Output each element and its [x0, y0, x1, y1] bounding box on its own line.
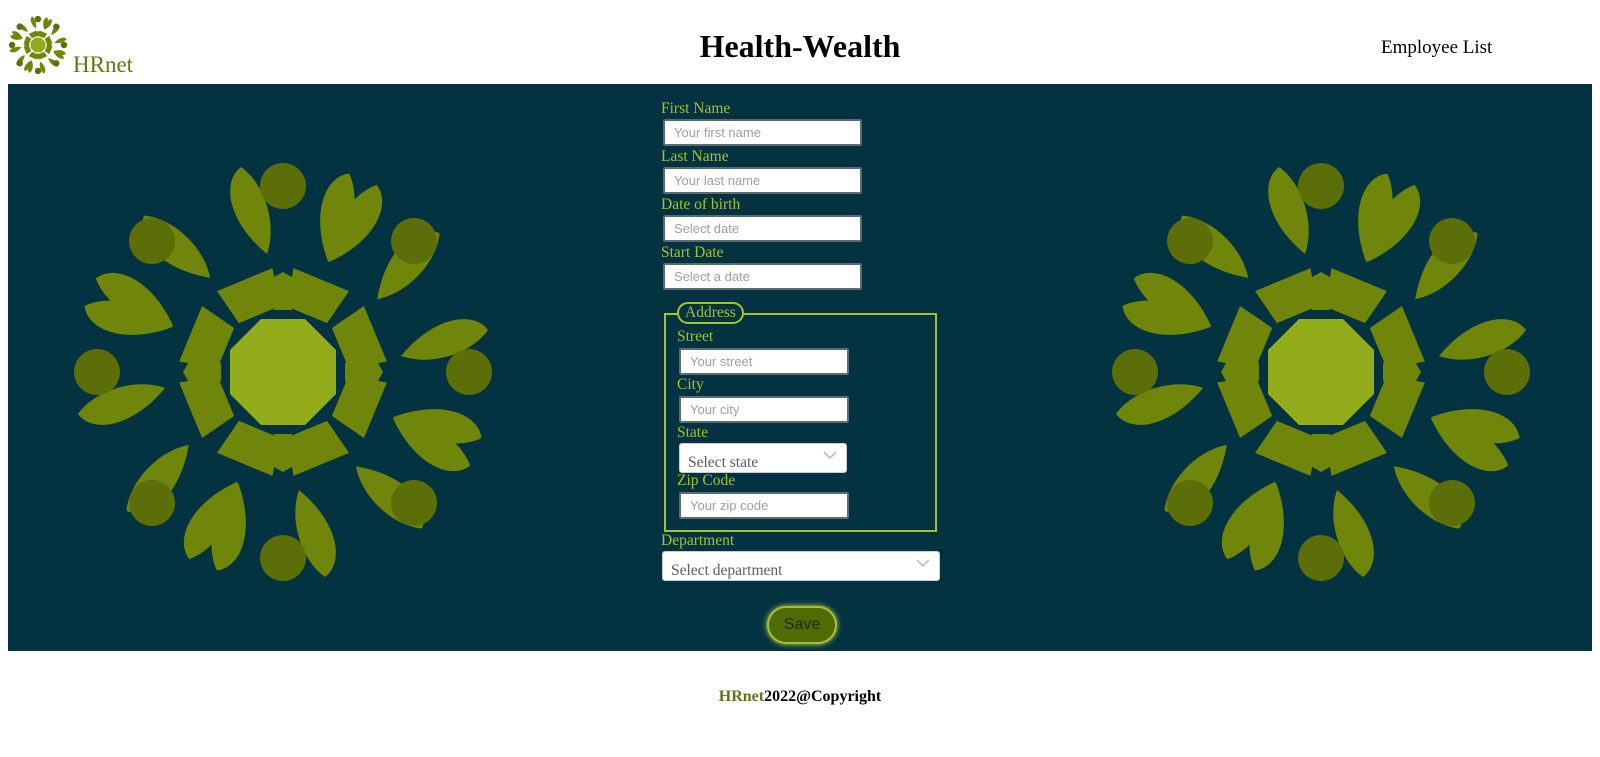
address-legend: Address	[677, 302, 744, 324]
last-name-input[interactable]	[663, 167, 862, 194]
save-button[interactable]: Save	[767, 606, 837, 644]
zip-code-label: Zip Code	[677, 472, 736, 489]
date-of-birth-label: Date of birth	[661, 196, 741, 213]
start-date-label: Start Date	[661, 244, 724, 261]
footer-copyright: 2022@Copyright	[764, 688, 882, 705]
street-label: Street	[677, 328, 714, 345]
flower-decoration-left-icon	[74, 163, 492, 581]
page-title: Health-Wealth	[699, 28, 901, 64]
state-select-value: Select state	[688, 454, 759, 471]
first-name-input[interactable]	[663, 119, 862, 146]
state-label: State	[677, 424, 708, 441]
last-name-label: Last Name	[661, 148, 729, 165]
city-label: City	[677, 376, 704, 393]
state-select[interactable]: Select state	[679, 443, 847, 473]
department-label: Department	[661, 532, 735, 549]
department-select-value: Select department	[671, 562, 783, 579]
street-input[interactable]	[679, 348, 849, 375]
chevron-down-icon	[823, 451, 837, 460]
zip-code-input[interactable]	[679, 492, 849, 519]
city-input[interactable]	[679, 396, 849, 423]
date-of-birth-input[interactable]	[663, 215, 862, 242]
first-name-label: First Name	[661, 100, 731, 117]
start-date-input[interactable]	[663, 263, 862, 290]
chevron-down-icon	[916, 559, 930, 568]
footer-brand: HRnet	[718, 688, 765, 705]
page-header: HRnet Health-Wealth Employee List	[0, 0, 1600, 84]
flower-decoration-right-icon	[1112, 163, 1530, 581]
employee-list-link[interactable]: Employee List	[1381, 37, 1492, 59]
page-footer: HRnet2022@Copyright	[0, 688, 1600, 706]
department-select[interactable]: Select department	[662, 551, 940, 581]
